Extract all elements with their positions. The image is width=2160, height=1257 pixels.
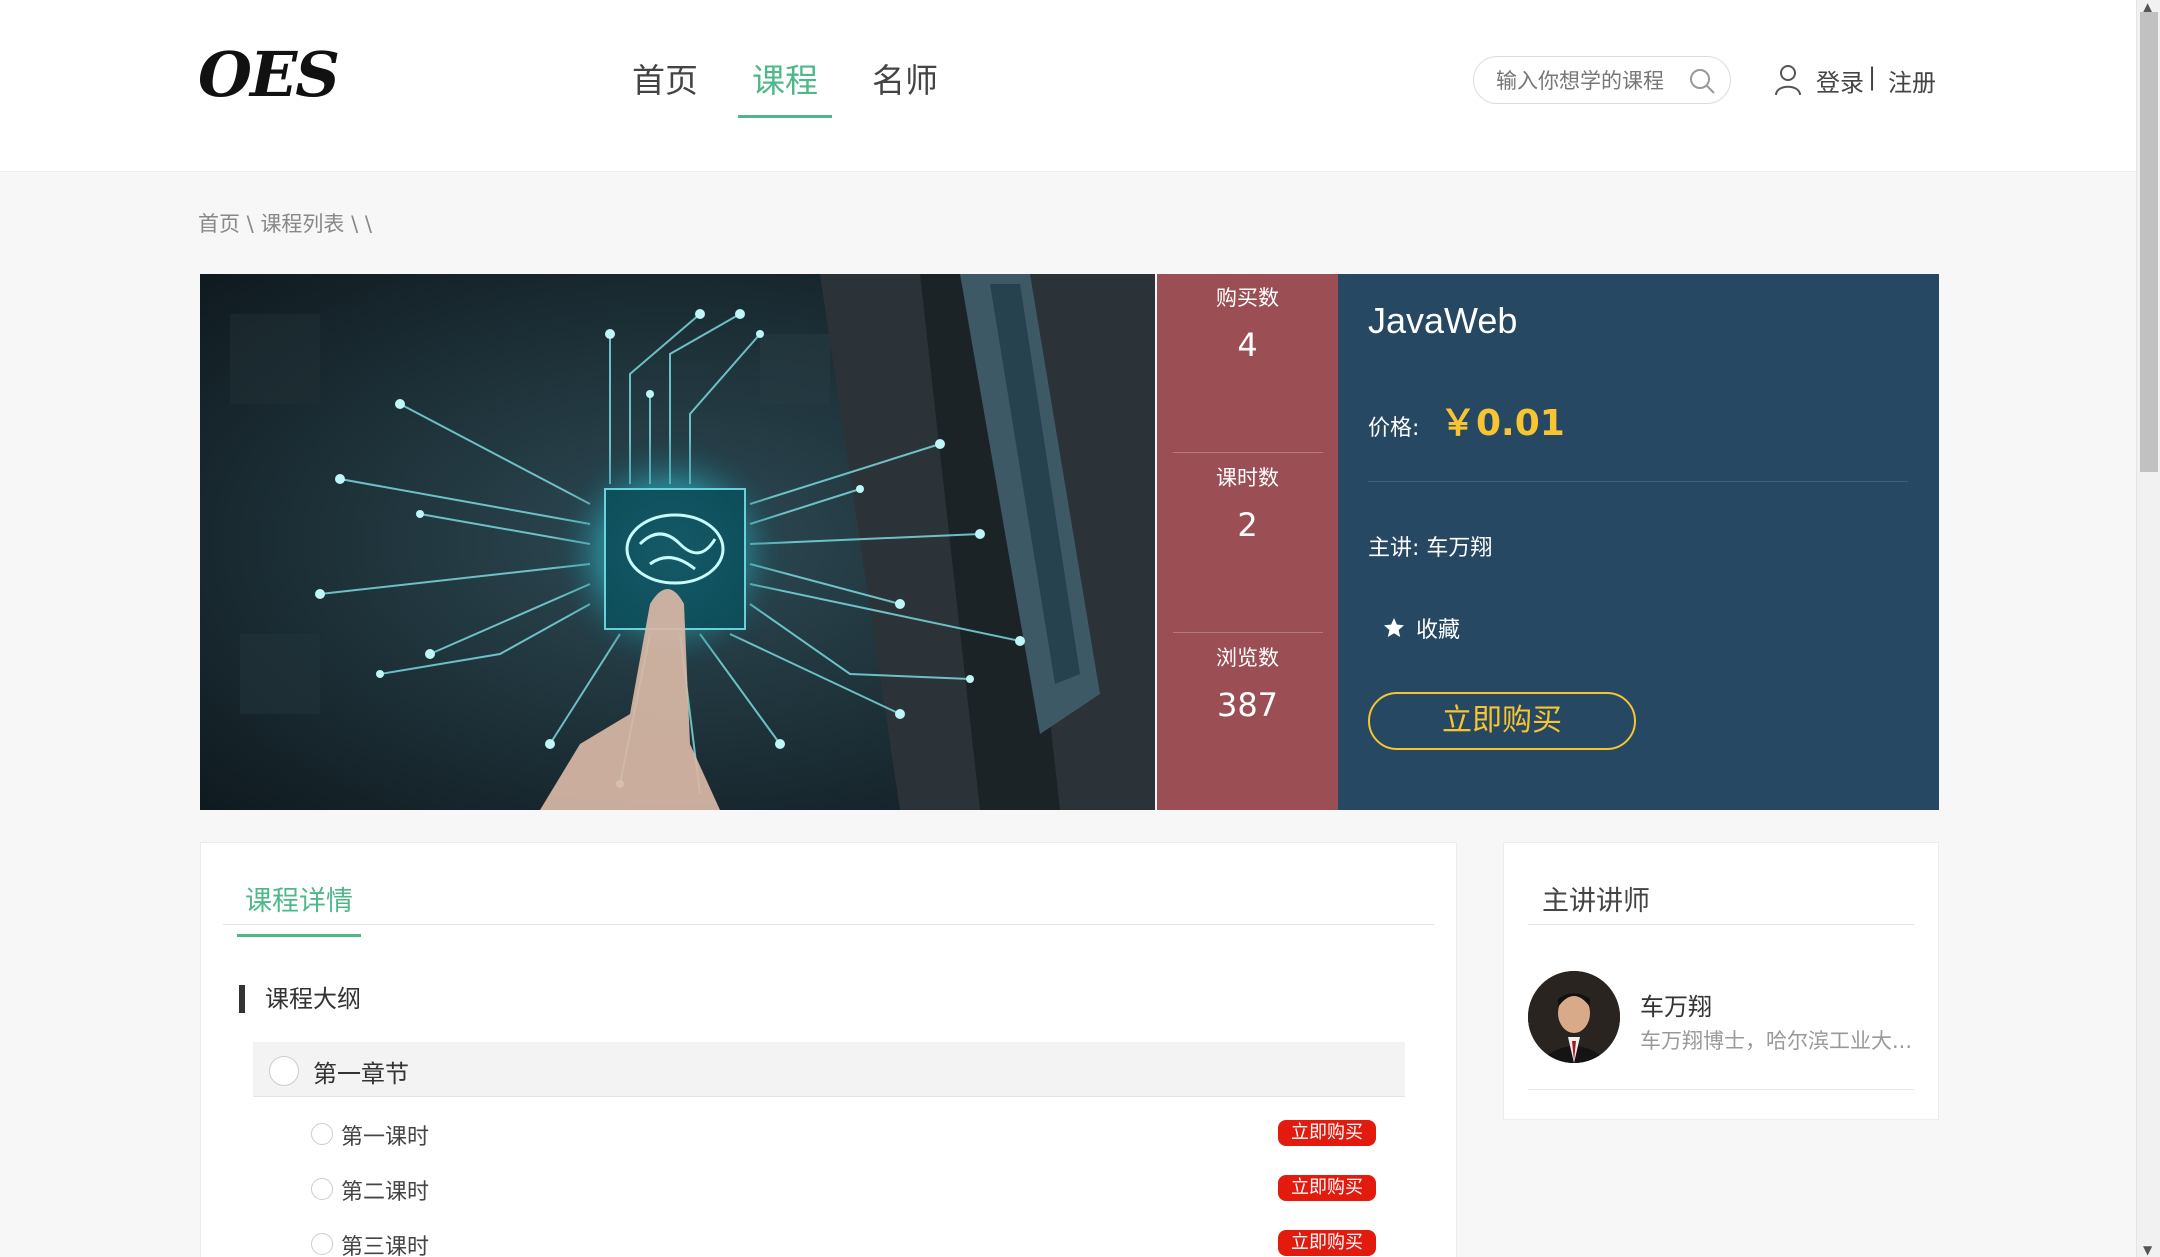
scroll-thumb[interactable] bbox=[2140, 12, 2158, 472]
teacher-description: 车万翔博士，哈尔滨工业大... bbox=[1640, 1029, 1913, 1053]
nav-courses[interactable]: 课程 bbox=[738, 54, 832, 118]
teacher-section-title: 主讲讲师 bbox=[1542, 886, 1650, 917]
teacher-title-divider bbox=[1528, 924, 1914, 925]
breadcrumb-course-list[interactable]: 课程列表 bbox=[260, 212, 344, 236]
tab-underline bbox=[223, 924, 1434, 925]
search-input[interactable] bbox=[1496, 66, 1676, 96]
course-stats-panel: 购买数 4 课时数 2 浏览数 387 bbox=[1157, 274, 1338, 810]
price-value: ￥0.01 bbox=[1440, 403, 1565, 444]
lesson-radio[interactable] bbox=[311, 1233, 333, 1255]
stat-views-value: 387 bbox=[1216, 686, 1279, 724]
outline-title: 课程大纲 bbox=[239, 985, 361, 1013]
teacher-card: 主讲讲师 车万翔 车万翔博士，哈尔滨工业大... bbox=[1503, 842, 1939, 1120]
chapter-item[interactable]: 第一章节 bbox=[253, 1042, 1405, 1097]
chapter-radio[interactable] bbox=[269, 1056, 299, 1086]
course-cover-image bbox=[200, 274, 1155, 810]
stat-purchases: 购买数 4 bbox=[1157, 282, 1338, 364]
tab-course-details[interactable]: 课程详情 bbox=[237, 879, 361, 937]
stat-views: 浏览数 387 bbox=[1157, 642, 1338, 724]
star-icon bbox=[1384, 618, 1404, 637]
stat-purchases-label: 购买数 bbox=[1216, 286, 1279, 310]
nav-teachers[interactable]: 名师 bbox=[872, 54, 938, 118]
lesson-radio[interactable] bbox=[311, 1123, 333, 1145]
page-scrollbar[interactable]: ▲ ▼ bbox=[2136, 0, 2160, 1257]
favorite-label: 收藏 bbox=[1416, 618, 1461, 643]
lesson-buy-tag[interactable]: 立即购买 bbox=[1278, 1120, 1376, 1146]
lesson-label: 第一课时 bbox=[341, 1125, 430, 1150]
site-logo[interactable]: OES bbox=[198, 38, 340, 111]
lesson-item[interactable]: 第三课时 立即购买 bbox=[311, 1225, 1376, 1257]
lesson-buy-tag[interactable]: 立即购买 bbox=[1278, 1230, 1376, 1256]
stat-purchases-value: 4 bbox=[1237, 326, 1258, 364]
stat-lessons: 课时数 2 bbox=[1157, 462, 1338, 544]
nav-home[interactable]: 首页 bbox=[632, 54, 698, 118]
course-details-card: 课程详情 课程大纲 第一章节 第一课时 立即购买 第二课时 立即购买 第三课时 … bbox=[200, 842, 1457, 1257]
chapter-label: 第一章节 bbox=[313, 1060, 409, 1088]
scroll-down-icon[interactable]: ▼ bbox=[2143, 1243, 2152, 1257]
lesson-label: 第三课时 bbox=[341, 1235, 430, 1257]
lesson-item[interactable]: 第一课时 立即购买 bbox=[311, 1115, 1376, 1155]
buy-now-button[interactable]: 立即购买 bbox=[1368, 692, 1636, 750]
user-icon bbox=[1775, 65, 1801, 96]
register-link[interactable]: 注册 bbox=[1888, 63, 1936, 98]
teacher-name[interactable]: 车万翔 bbox=[1640, 987, 1712, 1022]
teacher-divider bbox=[1528, 1089, 1914, 1090]
top-header: OES 首页 课程 名师 登录 | 注册 bbox=[0, 0, 2136, 172]
stat-views-label: 浏览数 bbox=[1216, 646, 1279, 670]
stat-divider bbox=[1173, 632, 1323, 633]
teacher-avatar[interactable] bbox=[1528, 971, 1620, 1063]
course-banner: 购买数 4 课时数 2 浏览数 387 JavaWeb 价格: ￥0.01 主讲… bbox=[200, 274, 1939, 810]
search-box bbox=[1473, 56, 1731, 104]
login-register-separator: | bbox=[1868, 63, 1877, 91]
breadcrumb-tail: \ \ bbox=[344, 212, 372, 236]
stat-divider bbox=[1173, 452, 1323, 453]
price-label: 价格: bbox=[1368, 416, 1420, 441]
course-teacher: 主讲: 车万翔 bbox=[1368, 536, 1493, 561]
course-info-panel: JavaWeb 价格: ￥0.01 主讲: 车万翔 收藏 立即购买 bbox=[1338, 274, 1939, 810]
search-icon[interactable] bbox=[1688, 67, 1716, 95]
lesson-radio[interactable] bbox=[311, 1178, 333, 1200]
breadcrumb-home[interactable]: 首页 bbox=[198, 212, 240, 236]
lesson-label: 第二课时 bbox=[341, 1180, 430, 1205]
stat-lessons-value: 2 bbox=[1237, 506, 1258, 544]
lesson-buy-tag[interactable]: 立即购买 bbox=[1278, 1175, 1376, 1201]
favorite-button[interactable]: 收藏 bbox=[1382, 612, 1460, 644]
stat-lessons-label: 课时数 bbox=[1216, 466, 1279, 490]
login-link[interactable]: 登录 bbox=[1816, 63, 1864, 98]
breadcrumb-separator: \ bbox=[240, 212, 261, 236]
lesson-item[interactable]: 第二课时 立即购买 bbox=[311, 1170, 1376, 1210]
info-divider bbox=[1368, 481, 1908, 482]
breadcrumb: 首页 \ 课程列表 \ \ bbox=[198, 208, 372, 238]
course-title: JavaWeb bbox=[1368, 300, 1518, 341]
